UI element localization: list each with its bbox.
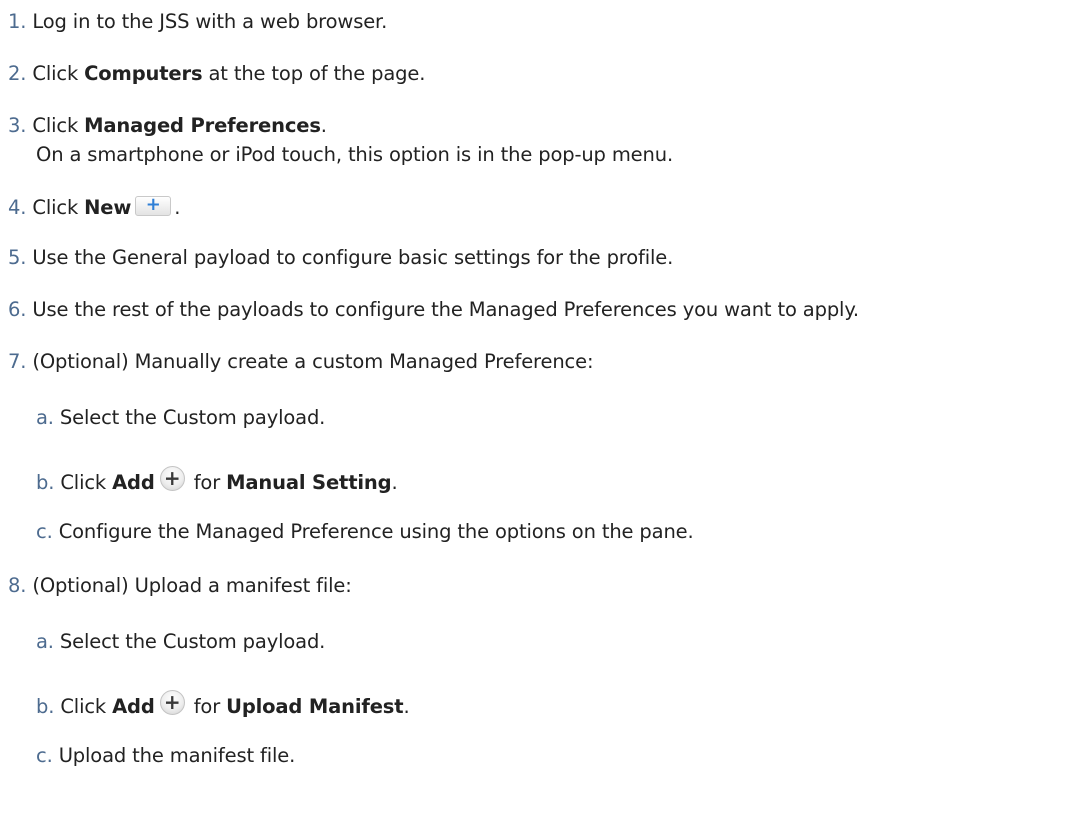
step-text: Log in to the JSS with a web browser. (32, 10, 388, 33)
step-number: 4. (8, 196, 27, 219)
step-8c: c. Upload the manifest file. (36, 744, 295, 768)
plus-circle-icon: + (163, 690, 181, 714)
step-5: 5. Use the General payload to configure … (8, 246, 673, 270)
ui-term-new: New (84, 196, 132, 219)
substep-letter: a. (36, 630, 54, 653)
step-8b: b. Click Add + for Upload Manifest. (36, 688, 410, 719)
substep-letter: b. (36, 695, 55, 718)
ui-term-computers: Computers (84, 62, 203, 85)
step-1: 1. Log in to the JSS with a web browser. (8, 10, 387, 34)
substep-text-mid: for (187, 471, 227, 494)
substep-text: Upload the manifest file. (58, 744, 296, 767)
step-text: (Optional) Upload a manifest file: (32, 574, 352, 597)
step-3-note: On a smartphone or iPod touch, this opti… (36, 143, 673, 167)
step-2: 2. Click Computers at the top of the pag… (8, 62, 425, 86)
substep-text-trail: . (403, 695, 410, 718)
substep-letter: c. (36, 520, 53, 543)
ui-term-managed-preferences: Managed Preferences (84, 114, 321, 137)
substep-text-lead: Click (60, 695, 113, 718)
step-6: 6. Use the rest of the payloads to confi… (8, 298, 859, 322)
substep-text-mid: for (187, 695, 227, 718)
procedure-document: 1. Log in to the JSS with a web browser.… (0, 0, 1084, 824)
substep-text: Configure the Managed Preference using t… (58, 520, 694, 543)
ui-term-manual-setting: Manual Setting (226, 471, 392, 494)
step-text: (Optional) Manually create a custom Mana… (32, 350, 594, 373)
substep-text-lead: Click (60, 471, 113, 494)
substep-text: Select the Custom payload. (59, 406, 326, 429)
step-number: 6. (8, 298, 27, 321)
step-8a: a. Select the Custom payload. (36, 630, 325, 654)
ui-term-add: Add (112, 695, 155, 718)
step-7: 7. (Optional) Manually create a custom M… (8, 350, 594, 374)
step-4: 4. Click New +. (8, 194, 180, 220)
step-text-trail: at the top of the page. (202, 62, 426, 85)
step-number: 8. (8, 574, 27, 597)
step-note: On a smartphone or iPod touch, this opti… (36, 143, 673, 166)
plus-circle-icon: + (163, 466, 181, 490)
step-text-lead: Click (32, 196, 85, 219)
substep-letter: a. (36, 406, 54, 429)
step-text-trail: . (320, 114, 327, 137)
step-3: 3. Click Managed Preferences. (8, 114, 327, 138)
substep-text: Select the Custom payload. (59, 630, 326, 653)
step-7a: a. Select the Custom payload. (36, 406, 325, 430)
step-text-lead: Click (32, 62, 85, 85)
ui-term-upload-manifest: Upload Manifest (226, 695, 404, 718)
new-button-image: + (135, 194, 172, 216)
step-7b: b. Click Add + for Manual Setting. (36, 464, 398, 495)
step-number: 2. (8, 62, 27, 85)
step-text: Use the rest of the payloads to configur… (32, 298, 859, 321)
step-text: Use the General payload to configure bas… (32, 246, 674, 269)
add-button-image: + (159, 690, 185, 715)
substep-letter: c. (36, 744, 53, 767)
step-text-lead: Click (32, 114, 85, 137)
step-7c: c. Configure the Managed Preference usin… (36, 520, 694, 544)
step-text-trail: . (174, 196, 181, 219)
step-number: 3. (8, 114, 27, 137)
plus-icon: + (145, 194, 161, 215)
step-number: 7. (8, 350, 27, 373)
ui-term-add: Add (112, 471, 155, 494)
substep-letter: b. (36, 471, 55, 494)
substep-text-trail: . (391, 471, 398, 494)
step-number: 1. (8, 10, 27, 33)
step-number: 5. (8, 246, 27, 269)
step-8: 8. (Optional) Upload a manifest file: (8, 574, 352, 598)
add-button-image: + (159, 466, 185, 491)
